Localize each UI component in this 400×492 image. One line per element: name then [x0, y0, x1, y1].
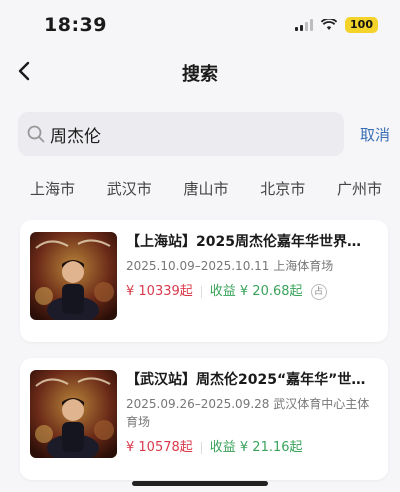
search-input[interactable] [50, 112, 330, 156]
result-price: ¥ 10578起 [126, 440, 193, 455]
result-gain: 收益 ¥ 20.68起 [209, 284, 303, 299]
divider [200, 286, 202, 298]
result-venue: 上海体育场 [273, 259, 334, 273]
divider [200, 442, 202, 454]
result-title: 【武汉站】周杰伦2025“嘉年华”世… [126, 372, 366, 388]
concert-poster-image [30, 232, 117, 320]
result-date: 2025.10.09–2025.10.11 [126, 259, 270, 273]
result-info: 【上海站】2025周杰伦嘉年华世界… 2025.10.09–2025.10.11… [126, 232, 380, 301]
cancel-button[interactable]: 取消 [360, 124, 390, 145]
result-price: ¥ 10339起 [126, 284, 193, 299]
city-tab-beijing[interactable]: 北京市 [260, 178, 305, 202]
result-title: 【上海站】2025周杰伦嘉年华世界… [126, 234, 361, 250]
search-icon [27, 125, 45, 143]
home-indicator [132, 481, 268, 486]
result-gain: 收益 ¥ 21.16起 [209, 440, 303, 455]
status-bar: 18:39 100 [0, 0, 400, 46]
city-tab-wuhan[interactable]: 武汉市 [107, 178, 152, 202]
tag-icon: 占 [310, 284, 327, 300]
result-meta: 2025.10.09–2025.10.11 上海体育场 [126, 257, 380, 275]
price-row: ¥ 10578起 收益 ¥ 21.16起 [126, 439, 380, 457]
nav-bar: 搜索 [0, 52, 400, 92]
city-filter: 上海市 武汉市 唐山市 北京市 广州市 [0, 178, 400, 202]
city-tab-guangzhou[interactable]: 广州市 [337, 178, 382, 202]
city-tab-tangshan[interactable]: 唐山市 [183, 178, 228, 202]
result-info: 【武汉站】周杰伦2025“嘉年华”世… 2025.09.26–2025.09.2… [126, 370, 380, 457]
page-title: 搜索 [182, 64, 218, 85]
status-icons: 100 [295, 17, 378, 33]
city-tab-shanghai[interactable]: 上海市 [30, 178, 75, 202]
concert-poster-image [30, 370, 117, 458]
wifi-icon [321, 19, 338, 30]
search-box[interactable] [18, 112, 344, 156]
result-meta: 2025.09.26–2025.09.28 武汉体育中心主体育场 [126, 395, 380, 431]
battery-icon: 100 [345, 17, 378, 33]
status-time: 18:39 [44, 14, 107, 36]
price-row: ¥ 10339起 收益 ¥ 20.68起 占 [126, 283, 380, 301]
result-card[interactable]: 【武汉站】周杰伦2025“嘉年华”世… 2025.09.26–2025.09.2… [20, 358, 388, 480]
result-card[interactable]: 【上海站】2025周杰伦嘉年华世界… 2025.10.09–2025.10.11… [20, 220, 388, 342]
signal-icon [295, 19, 314, 31]
result-date: 2025.09.26–2025.09.28 [126, 397, 270, 411]
